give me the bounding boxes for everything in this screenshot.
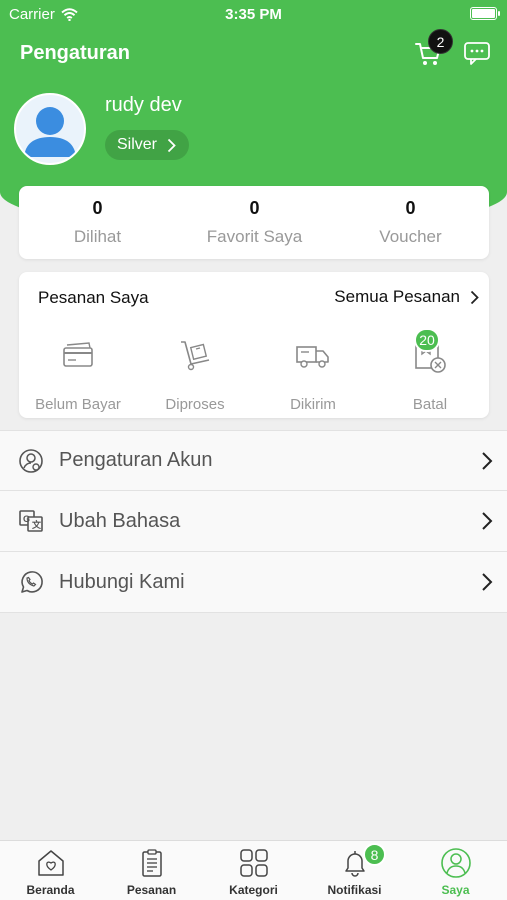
tab-label: Notifikasi xyxy=(327,883,382,897)
stat-label: Favorit Saya xyxy=(206,227,303,246)
status-bar: Carrier 3:35 PM xyxy=(0,0,507,28)
hand-truck-icon xyxy=(181,341,210,371)
order-diproses[interactable]: Diproses xyxy=(136,336,254,413)
all-orders-label: Semua Pesanan xyxy=(334,287,460,306)
chevron-right-icon xyxy=(470,290,479,304)
translate-icon: G 文 xyxy=(19,510,43,532)
stat-value: 0 xyxy=(92,198,103,218)
tab-beranda[interactable]: Beranda xyxy=(0,841,101,900)
chat-icon[interactable] xyxy=(463,40,491,66)
clipboard-icon xyxy=(141,849,162,877)
truck-icon xyxy=(296,346,329,368)
account-settings-icon xyxy=(19,448,43,473)
chevron-right-icon xyxy=(167,138,176,152)
avatar-person-icon xyxy=(24,107,76,157)
orders-title: Pesanan Saya xyxy=(38,288,149,307)
member-level-button[interactable]: Silver xyxy=(105,130,189,160)
menu-label: Hubungi Kami xyxy=(59,570,185,593)
user-icon xyxy=(440,848,471,878)
notification-badge: 8 xyxy=(363,843,386,866)
tab-bar: Beranda Pesanan Kategori Notifikasi Saya xyxy=(0,840,507,900)
tab-label: Kategori xyxy=(229,883,278,897)
cart-badge: 2 xyxy=(428,29,453,54)
tab-kategori[interactable]: Kategori xyxy=(203,841,304,900)
svg-text:文: 文 xyxy=(31,519,42,530)
cancel-count-badge: 20 xyxy=(414,328,440,352)
svg-text:G: G xyxy=(23,514,30,524)
settings-menu: Pengaturan Akun G 文 Ubah Bahasa Hubungi … xyxy=(0,430,507,613)
order-label: Dikirim xyxy=(290,396,336,413)
card-icon xyxy=(63,342,93,367)
tab-label: Saya xyxy=(441,883,470,897)
menu-item-pengaturan-akun[interactable]: Pengaturan Akun xyxy=(0,430,507,491)
stat-label: Voucher xyxy=(379,227,442,246)
tab-pesanan[interactable]: Pesanan xyxy=(101,841,202,900)
tab-label: Pesanan xyxy=(126,883,177,897)
all-orders-link[interactable]: Semua Pesanan xyxy=(334,287,479,307)
order-label: Batal xyxy=(412,396,448,413)
order-label: Belum Bayar xyxy=(35,396,121,413)
stats-card: 0 Dilihat 0 Favorit Saya 0 Voucher xyxy=(19,186,489,259)
tab-notifikasi[interactable]: Notifikasi xyxy=(304,841,405,900)
stat-voucher[interactable]: 0 Voucher xyxy=(332,186,489,247)
stat-label: Dilihat xyxy=(73,227,122,246)
chevron-right-icon xyxy=(482,573,493,591)
battery-icon xyxy=(470,7,500,20)
chevron-right-icon xyxy=(482,512,493,530)
grid-icon xyxy=(239,849,268,877)
order-dikirim[interactable]: Dikirim xyxy=(254,336,372,413)
status-time: 3:35 PM xyxy=(225,6,282,23)
profile-name: rudy dev xyxy=(105,94,182,116)
tab-label: Beranda xyxy=(26,883,75,897)
menu-item-ubah-bahasa[interactable]: G 文 Ubah Bahasa xyxy=(0,491,507,552)
stat-value: 0 xyxy=(249,198,260,218)
menu-item-hubungi-kami[interactable]: Hubungi Kami xyxy=(0,552,507,613)
order-belum-bayar[interactable]: Belum Bayar xyxy=(19,336,137,413)
stat-value: 0 xyxy=(405,198,416,218)
order-label: Diproses xyxy=(165,396,225,413)
stat-dilihat[interactable]: 0 Dilihat xyxy=(19,186,176,247)
stat-favorit-saya[interactable]: 0 Favorit Saya xyxy=(176,186,333,247)
tab-saya[interactable]: Saya xyxy=(405,841,506,900)
home-icon xyxy=(37,850,64,876)
whatsapp-icon xyxy=(21,571,43,593)
member-level-label: Silver xyxy=(117,136,158,153)
menu-label: Ubah Bahasa xyxy=(59,509,181,532)
menu-label: Pengaturan Akun xyxy=(59,449,213,471)
page-title: Pengaturan xyxy=(20,42,131,64)
avatar[interactable] xyxy=(14,93,86,165)
chevron-right-icon xyxy=(482,452,493,470)
